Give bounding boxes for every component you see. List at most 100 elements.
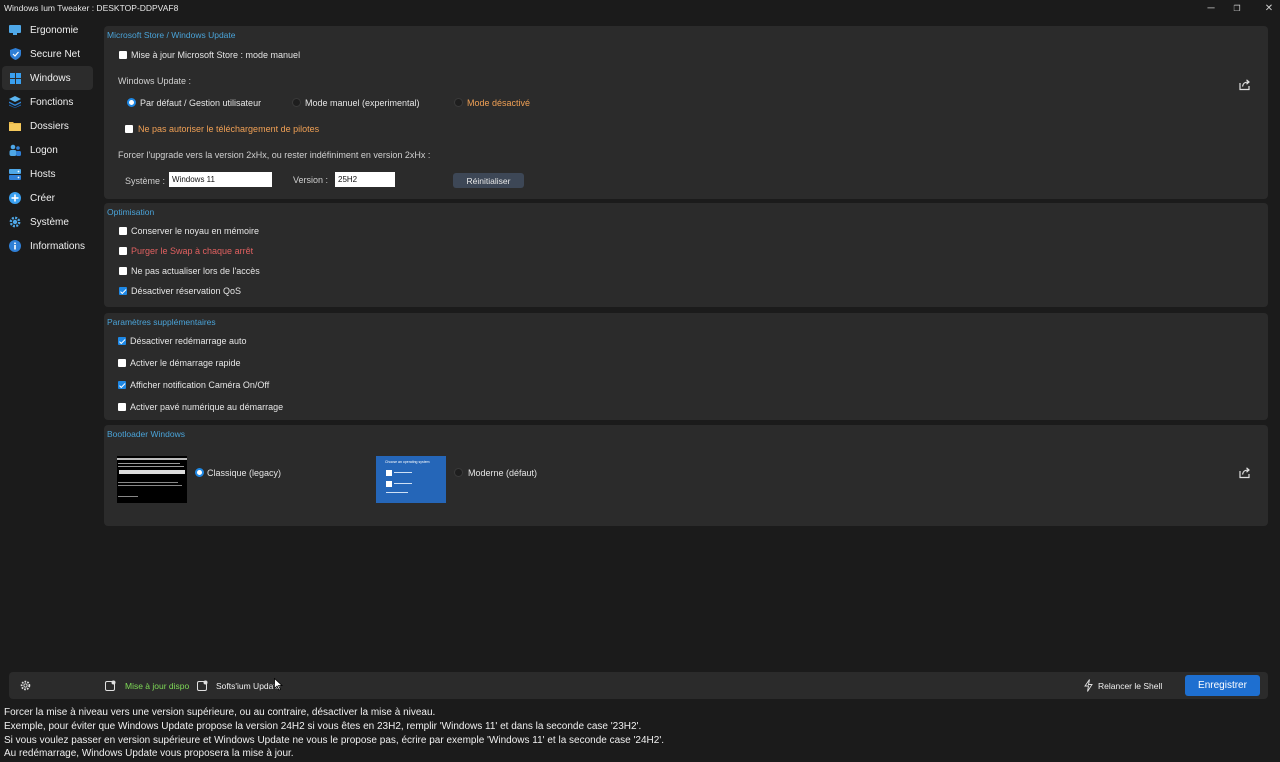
reset-button[interactable]: Réinitialiser — [453, 173, 524, 188]
panel-title: Microsoft Store / Windows Update — [107, 30, 236, 40]
sidebar-item-hosts[interactable]: Hosts — [2, 162, 93, 186]
wu-manual-radio[interactable] — [292, 98, 301, 107]
store-manual-label: Mise à jour Microsoft Store : mode manue… — [131, 50, 301, 60]
version-input[interactable] — [335, 172, 395, 187]
extra-checkbox-0[interactable] — [118, 337, 126, 345]
sidebar-item-ergonomie[interactable]: Ergonomie — [2, 18, 93, 42]
sidebar-item-label: Secure Net — [30, 48, 81, 60]
optim-checkbox-2[interactable] — [119, 267, 127, 275]
sidebar-item-creer[interactable]: Créer — [2, 186, 93, 210]
optim-checkbox-1[interactable] — [119, 247, 127, 255]
extra-checkbox-1[interactable] — [118, 359, 126, 367]
optim-label-0: Conserver le noyau en mémoire — [131, 226, 260, 236]
info-icon — [9, 240, 21, 252]
wu-default-radio[interactable] — [127, 98, 136, 107]
boot-legacy-label: Classique (legacy) — [207, 468, 282, 478]
softs-update-icon — [197, 680, 208, 691]
server-icon — [9, 168, 21, 180]
sidebar-item-label: Hosts — [30, 168, 56, 180]
sidebar-item-label: Informations — [30, 240, 86, 252]
boot-modern-radio[interactable] — [454, 468, 463, 477]
modern-thumb-title: Choose an operating system — [385, 460, 430, 464]
wu-disabled-radio[interactable] — [454, 98, 463, 107]
sidebar-item-dossiers[interactable]: Dossiers — [2, 114, 93, 138]
store-update-panel: Microsoft Store / Windows Update Mise à … — [104, 26, 1268, 199]
sidebar-item-label: Créer — [30, 192, 56, 204]
help-line: Forcer la mise à niveau vers une version… — [4, 707, 436, 718]
modern-boot-preview[interactable]: Choose an operating system — [376, 456, 446, 503]
sidebar-item-secure-net[interactable]: Secure Net — [2, 42, 93, 66]
extra-label-2: Afficher notification Caméra On/Off — [130, 380, 270, 390]
monitor-icon — [9, 24, 21, 36]
optim-label-1: Purger le Swap à chaque arrêt — [131, 246, 254, 256]
plus-circle-icon — [9, 192, 21, 204]
optim-checkbox-0[interactable] — [119, 227, 127, 235]
optim-label-2: Ne pas actualiser lors de l'accès — [131, 266, 260, 276]
help-line: Au redémarrage, Windows Update vous prop… — [4, 748, 294, 760]
sidebar-item-windows[interactable]: Windows — [2, 66, 93, 90]
update-available-link[interactable]: Mise à jour dispo — [125, 681, 189, 691]
sidebar-item-systeme[interactable]: Système — [2, 210, 93, 234]
folder-icon — [9, 120, 21, 132]
extra-label-3: Activer pavé numérique au démarrage — [130, 402, 284, 412]
help-text: Forcer la mise à niveau vers une version… — [4, 706, 1274, 761]
force-upgrade-label: Forcer l'upgrade vers la version 2xHx, o… — [118, 150, 431, 160]
export-icon[interactable] — [1238, 78, 1251, 91]
optim-label-3: Désactiver réservation QoS — [131, 286, 242, 296]
layers-icon — [9, 96, 21, 108]
sidebar-item-informations[interactable]: Informations — [2, 234, 93, 258]
optimisation-panel: Optimisation Conserver le noyau en mémoi… — [104, 203, 1268, 307]
sidebar-item-label: Windows — [30, 72, 71, 84]
save-button[interactable]: Enregistrer — [1185, 675, 1260, 696]
gear-icon — [9, 216, 21, 228]
system-input[interactable] — [169, 172, 272, 187]
extra-settings-panel: Paramètres supplémentaires Désactiver re… — [104, 313, 1268, 420]
shield-icon — [9, 48, 21, 60]
help-line: Exemple, pour éviter que Windows Update … — [4, 720, 642, 732]
sidebar-item-label: Fonctions — [30, 96, 74, 108]
close-icon: ✕ — [1264, 2, 1274, 14]
block-drivers-label: Ne pas autoriser le téléchargement de pi… — [138, 124, 320, 134]
export-icon[interactable] — [1238, 466, 1251, 479]
mouse-cursor-icon — [274, 678, 283, 691]
users-icon — [9, 144, 21, 156]
sidebar-item-logon[interactable]: Logon — [2, 138, 93, 162]
extra-checkbox-2[interactable] — [118, 381, 126, 389]
footer-bar: Mise à jour dispo Softs'ium Update Relan… — [9, 672, 1268, 699]
reset-button-label: Réinitialiser — [466, 175, 511, 186]
wu-manual-label: Mode manuel (experimental) — [305, 98, 420, 108]
legacy-boot-preview[interactable] — [117, 456, 187, 503]
extra-checkbox-3[interactable] — [118, 403, 126, 411]
panel-title: Optimisation — [107, 207, 155, 217]
system-label: Système : — [125, 176, 166, 186]
lightning-icon — [1084, 679, 1093, 692]
wu-default-label: Par défaut / Gestion utilisateur — [140, 98, 262, 108]
wu-disabled-label: Mode désactivé — [467, 98, 531, 108]
minimize-icon: ─ — [1207, 2, 1215, 14]
optim-checkbox-3[interactable] — [119, 287, 127, 295]
boot-legacy-radio[interactable] — [195, 468, 204, 477]
store-manual-checkbox[interactable] — [119, 51, 127, 59]
settings-gear-icon[interactable] — [20, 680, 31, 691]
version-label: Version : — [293, 175, 329, 185]
extra-label-1: Activer le démarrage rapide — [130, 358, 241, 368]
sidebar-item-label: Dossiers — [30, 120, 69, 132]
windows-logo-icon — [9, 72, 21, 84]
sidebar-item-label: Système — [30, 216, 69, 228]
bootloader-panel: Bootloader Windows Classique (legacy) Ch… — [104, 425, 1268, 526]
sidebar-item-fonctions[interactable]: Fonctions — [2, 90, 93, 114]
maximize-icon: ❐ — [1233, 3, 1241, 13]
restart-shell-button[interactable]: Relancer le Shell — [1098, 681, 1162, 691]
extra-label-0: Désactiver redémarrage auto — [130, 336, 247, 346]
panel-title: Bootloader Windows — [107, 429, 185, 439]
block-drivers-checkbox[interactable] — [125, 125, 133, 133]
sidebar-item-label: Ergonomie — [30, 24, 79, 36]
maximize-button[interactable]: ❐ — [1220, 0, 1254, 16]
windows-update-label: Windows Update : — [118, 76, 192, 86]
panel-title: Paramètres supplémentaires — [107, 317, 216, 327]
sidebar: Ergonomie Secure Net Windows Fonctions D… — [0, 18, 96, 258]
softs-update-link[interactable]: Softs'ium Update — [216, 681, 280, 691]
update-available-icon — [105, 680, 116, 691]
sidebar-item-label: Logon — [30, 144, 58, 156]
close-button[interactable]: ✕ — [1252, 0, 1280, 16]
